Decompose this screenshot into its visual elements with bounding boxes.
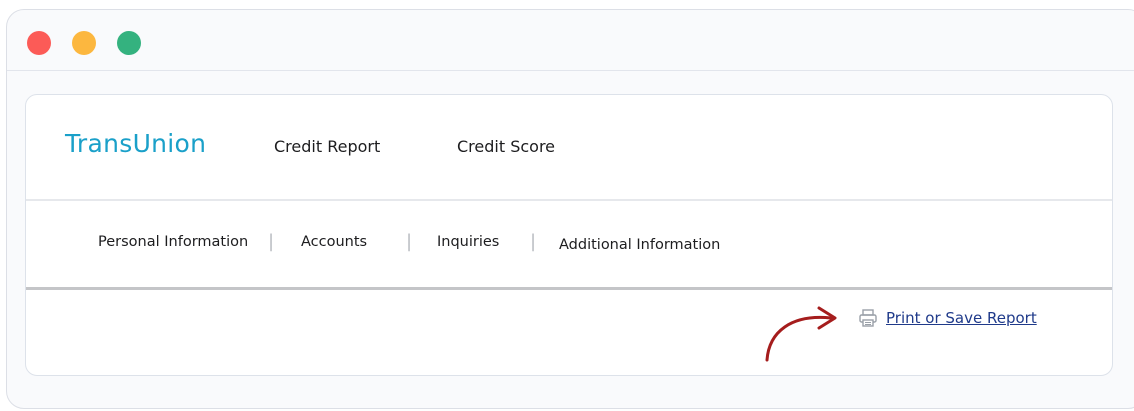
- printer-icon: [859, 309, 877, 327]
- report-actions: Print or Save Report: [26, 290, 1112, 375]
- report-section-nav: Personal Information | Accounts | Inquir…: [26, 201, 1112, 290]
- nav-separator: |: [406, 231, 413, 252]
- minimize-window-button[interactable]: [72, 31, 96, 55]
- nav-credit-report[interactable]: Credit Report: [274, 137, 380, 156]
- brand-logo[interactable]: TransUnion: [65, 129, 206, 158]
- subnav-personal-information[interactable]: Personal Information: [98, 234, 248, 250]
- maximize-window-button[interactable]: [117, 31, 141, 55]
- curved-arrow-icon: [765, 306, 837, 362]
- nav-credit-score[interactable]: Credit Score: [457, 137, 555, 156]
- subnav-accounts[interactable]: Accounts: [301, 234, 367, 250]
- nav-separator: |: [268, 231, 275, 252]
- report-card: TransUnion Credit Report Credit Score Pe…: [25, 94, 1113, 376]
- subnav-inquiries[interactable]: Inquiries: [437, 234, 499, 250]
- print-save-report-label: Print or Save Report: [886, 309, 1037, 327]
- nav-separator: |: [530, 231, 537, 252]
- window-titlebar: [7, 10, 1134, 71]
- site-header: TransUnion Credit Report Credit Score: [26, 95, 1112, 201]
- print-save-report-link[interactable]: Print or Save Report: [858, 308, 1037, 328]
- subnav-additional-information[interactable]: Additional Information: [559, 237, 720, 253]
- close-window-button[interactable]: [27, 31, 51, 55]
